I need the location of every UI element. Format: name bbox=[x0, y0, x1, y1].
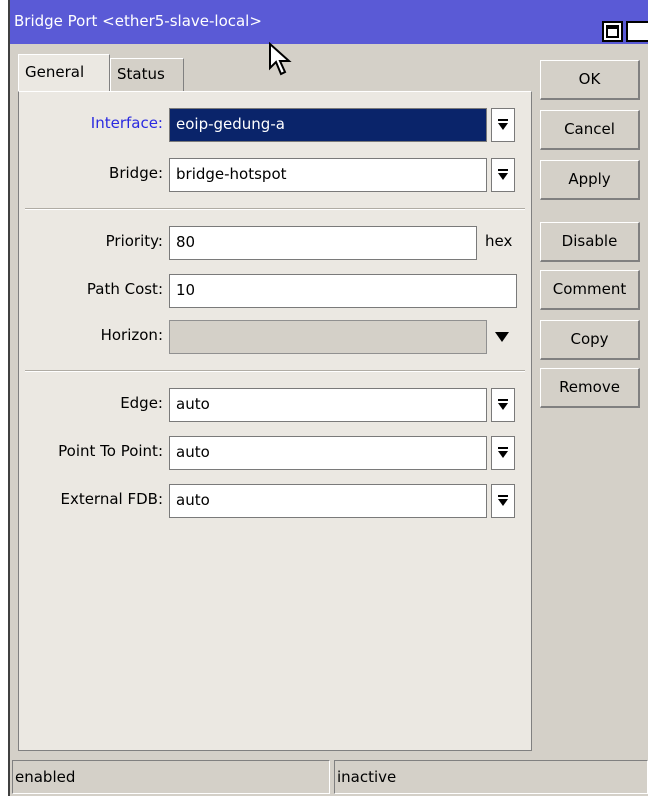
point-to-point-select[interactable]: auto bbox=[169, 436, 487, 470]
cursor-icon bbox=[269, 42, 292, 76]
bridge-row: Bridge: bridge-hotspot bbox=[19, 158, 533, 192]
horizon-input[interactable] bbox=[169, 320, 487, 354]
dropdown-arrow-icon bbox=[498, 447, 508, 458]
ok-button[interactable]: OK bbox=[540, 60, 640, 100]
window-title: Bridge Port <ether5-slave-local> bbox=[14, 12, 262, 30]
copy-button[interactable]: Copy bbox=[540, 320, 640, 360]
path-cost-input[interactable]: 10 bbox=[169, 274, 517, 308]
dropdown-arrow-icon bbox=[498, 119, 508, 130]
horizon-row: Horizon: bbox=[19, 320, 533, 354]
interface-label: Interface: bbox=[90, 114, 163, 132]
tab-general[interactable]: General bbox=[18, 54, 110, 92]
remove-button[interactable]: Remove bbox=[540, 368, 640, 408]
point-to-point-dropdown-button[interactable] bbox=[491, 436, 515, 470]
bridge-port-window: Bridge Port <ether5-slave-local> × Gener… bbox=[8, 0, 648, 796]
general-panel: Interface: eoip-gedung-a Bridge: bridge-… bbox=[18, 91, 532, 751]
external-fdb-label: External FDB: bbox=[60, 490, 163, 508]
bridge-label: Bridge: bbox=[109, 164, 163, 182]
priority-label: Priority: bbox=[105, 232, 163, 250]
path-cost-row: Path Cost: 10 bbox=[19, 274, 533, 308]
dropdown-arrow-icon[interactable] bbox=[495, 332, 509, 342]
dropdown-arrow-icon bbox=[498, 399, 508, 410]
close-icon: × bbox=[630, 21, 645, 41]
apply-button[interactable]: Apply bbox=[540, 160, 640, 200]
status-enabled: enabled bbox=[12, 760, 330, 794]
cancel-button[interactable]: Cancel bbox=[540, 110, 640, 150]
interface-select[interactable]: eoip-gedung-a bbox=[169, 108, 487, 142]
bridge-dropdown-button[interactable] bbox=[491, 158, 515, 192]
priority-unit: hex bbox=[485, 232, 513, 250]
external-fdb-select[interactable]: auto bbox=[169, 484, 487, 518]
tab-status[interactable]: Status bbox=[110, 58, 184, 92]
priority-row: Priority: 80 hex bbox=[19, 226, 533, 260]
edge-label: Edge: bbox=[120, 394, 163, 412]
point-to-point-row: Point To Point: auto bbox=[19, 436, 533, 470]
edge-dropdown-button[interactable] bbox=[491, 388, 515, 422]
comment-button[interactable]: Comment bbox=[540, 270, 640, 310]
external-fdb-dropdown-button[interactable] bbox=[491, 484, 515, 518]
dropdown-arrow-icon bbox=[498, 495, 508, 506]
status-running: inactive bbox=[334, 760, 648, 794]
interface-dropdown-button[interactable] bbox=[491, 108, 515, 142]
edge-select[interactable]: auto bbox=[169, 388, 487, 422]
close-button[interactable]: × bbox=[626, 21, 648, 42]
dropdown-arrow-icon bbox=[498, 169, 508, 180]
path-cost-label: Path Cost: bbox=[86, 280, 163, 298]
priority-input[interactable]: 80 bbox=[169, 226, 477, 260]
edge-row: Edge: auto bbox=[19, 388, 533, 422]
disable-button[interactable]: Disable bbox=[540, 222, 640, 262]
status-bar: enabled inactive bbox=[10, 756, 648, 796]
maximize-icon[interactable] bbox=[602, 21, 623, 42]
interface-row: Interface: eoip-gedung-a bbox=[19, 108, 533, 142]
title-bar[interactable]: Bridge Port <ether5-slave-local> × bbox=[10, 0, 648, 44]
point-to-point-label: Point To Point: bbox=[58, 442, 163, 460]
separator bbox=[25, 208, 525, 210]
external-fdb-row: External FDB: auto bbox=[19, 484, 533, 518]
horizon-label: Horizon: bbox=[100, 326, 163, 344]
bridge-select[interactable]: bridge-hotspot bbox=[169, 158, 487, 192]
separator bbox=[25, 370, 525, 372]
